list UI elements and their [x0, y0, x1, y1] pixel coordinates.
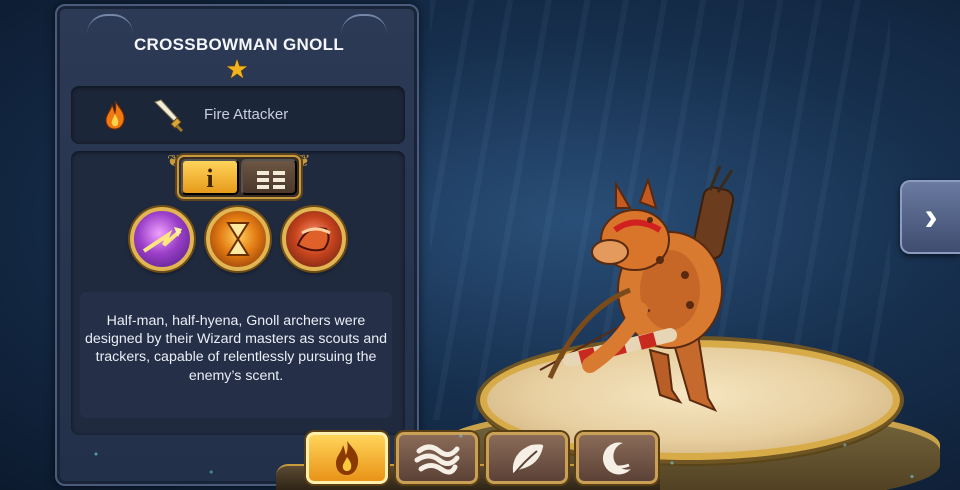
hourglass-skill-glyph [226, 222, 250, 256]
flame-icon [336, 441, 359, 475]
crossbowman-gnoll-model [539, 165, 735, 413]
crescent-moon-icon [602, 442, 631, 475]
arrow-burst-skill-icon[interactable] [130, 207, 194, 271]
list-icon [257, 171, 285, 189]
wave-icon [414, 444, 460, 475]
tab-nature[interactable] [486, 432, 568, 484]
element-tabs [276, 428, 660, 490]
tab-fire[interactable] [306, 432, 388, 484]
panel-ornament-left [87, 14, 133, 36]
list-view-button[interactable] [241, 159, 297, 195]
leaf-icon [512, 444, 544, 474]
hero-class-label: Fire Attacker [204, 106, 289, 123]
panel-ornament-right [341, 14, 387, 36]
hero-name: CROSSBOWMAN GNOLL [133, 35, 345, 54]
star-icon: ★ [225, 54, 249, 84]
fire-icon [105, 100, 125, 130]
info-view-button[interactable]: i [181, 159, 239, 195]
tab-water[interactable] [396, 432, 478, 484]
hourglass-skill-icon[interactable] [206, 207, 270, 271]
view-toggle: i [177, 155, 301, 199]
hero-class-bar: Fire Attacker [71, 86, 405, 144]
hero-description-box: Half-man, half-hyena, Gnoll archers were… [80, 292, 392, 418]
chevron-right-icon: › [924, 195, 938, 239]
hero-description: Half-man, half-hyena, Gnoll archers were… [84, 313, 388, 384]
sword-icon [154, 99, 184, 132]
charging-beast-skill-glyph [296, 227, 331, 252]
charging-beast-skill-icon[interactable] [282, 207, 346, 271]
arrow-burst-skill-glyph [142, 227, 182, 253]
tab-moon[interactable] [576, 432, 658, 484]
next-hero-button[interactable]: › [900, 180, 960, 254]
